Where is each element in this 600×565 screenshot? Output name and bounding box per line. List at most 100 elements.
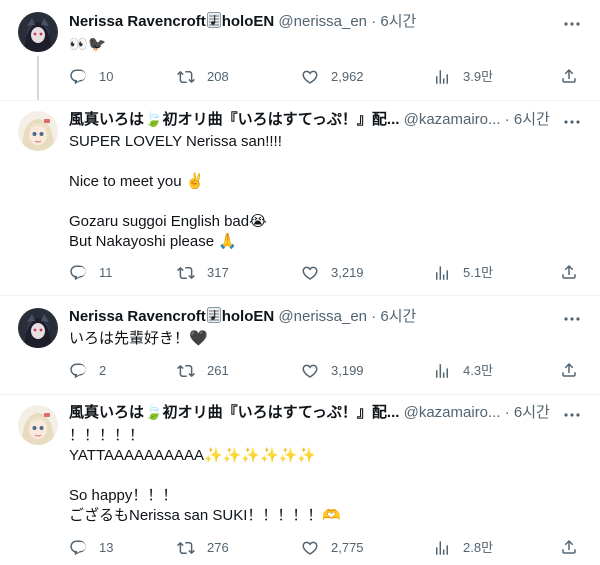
share-icon <box>562 362 576 377</box>
timestamp[interactable]: 6시간 <box>380 308 416 325</box>
separator-dot: · <box>504 404 510 421</box>
views-icon <box>436 70 448 84</box>
music-note-icon <box>206 12 221 28</box>
avatar[interactable] <box>18 308 58 348</box>
tweet[interactable]: 風真いろは🍃初オリ曲『いろはすてっぷ！』配... @kazamairo... ·… <box>0 395 600 565</box>
tweet-header: 風真いろは🍃初オリ曲『いろはすてっぷ！』配... @kazamairo... ·… <box>69 403 569 423</box>
action-bar: 13 276 2,775 2.8만 <box>69 538 589 558</box>
more-icon[interactable] <box>562 309 582 329</box>
share-icon <box>562 539 576 554</box>
display-name[interactable]: 風真いろは🍃初オリ曲『いろはすてっぷ！』配... <box>69 404 399 421</box>
share-button[interactable] <box>560 67 578 85</box>
action-bar: 11 317 3,219 5.1만 <box>69 263 589 283</box>
separator-dot: · <box>504 111 510 128</box>
like-icon <box>302 541 318 555</box>
tweet-text: ！！！！！ YATTAAAAAAAAAA✨✨✨✨✨✨ So happy！！！ ご… <box>69 427 342 524</box>
retweet-button[interactable]: 276 <box>177 538 229 558</box>
share-button[interactable] <box>560 361 578 379</box>
share-icon <box>562 68 576 83</box>
views-count: 2.8만 <box>463 540 494 555</box>
separator-dot: · <box>371 13 377 30</box>
views-button[interactable]: 3.9만 <box>433 67 493 87</box>
tweet-text: 👀🐦‍⬛ <box>69 36 107 53</box>
tweet-header: Nerissa Ravencroft holoEN @nerissa_en · 6… <box>69 307 569 327</box>
thread-line <box>37 56 39 101</box>
avatar-iroha-image <box>18 111 58 151</box>
retweet-button[interactable]: 317 <box>177 263 229 283</box>
like-count: 2,962 <box>331 69 364 84</box>
avatar[interactable] <box>18 111 58 151</box>
retweet-icon <box>177 266 195 280</box>
display-name[interactable]: Nerissa Ravencroft holoEN <box>69 12 274 30</box>
views-button[interactable]: 5.1만 <box>433 263 493 283</box>
like-count: 3,219 <box>331 265 364 280</box>
reply-count: 2 <box>99 363 107 378</box>
reply-button[interactable]: 11 <box>69 263 113 283</box>
tweet-header: 風真いろは🍃初オリ曲『いろはすてっぷ！』配... @kazamairo... ·… <box>69 110 569 130</box>
avatar[interactable] <box>18 405 58 445</box>
reply-icon <box>70 265 86 281</box>
retweet-count: 261 <box>207 363 229 378</box>
like-icon <box>302 364 318 378</box>
action-bar: 10 208 2,962 3.9만 <box>69 67 589 87</box>
retweet-count: 208 <box>207 69 229 84</box>
reply-button[interactable]: 10 <box>69 67 113 87</box>
retweet-button[interactable]: 261 <box>177 361 229 381</box>
retweet-icon <box>177 364 195 378</box>
tweet-text: SUPER LOVELY Nerissa san!!!! Nice to mee… <box>69 133 282 250</box>
reply-icon <box>70 69 86 85</box>
reply-icon <box>70 363 86 379</box>
retweet-count: 317 <box>207 265 229 280</box>
reply-count: 11 <box>99 265 113 280</box>
views-count: 5.1만 <box>463 265 494 280</box>
action-bar: 2 261 3,199 4.3만 <box>69 361 589 381</box>
reply-count: 13 <box>99 540 114 555</box>
views-button[interactable]: 4.3만 <box>433 361 493 381</box>
avatar[interactable] <box>18 12 58 52</box>
like-icon <box>302 266 318 280</box>
tweet-header: Nerissa Ravencroft holoEN @nerissa_en · 6… <box>69 12 569 32</box>
like-button[interactable]: 2,775 <box>301 538 364 558</box>
handle[interactable]: @nerissa_en <box>278 308 367 325</box>
retweet-icon <box>177 70 195 84</box>
display-name[interactable]: Nerissa Ravencroft holoEN <box>69 307 274 325</box>
like-button[interactable]: 3,199 <box>301 361 364 381</box>
tweet[interactable]: Nerissa Ravencroft holoEN @nerissa_en · 6… <box>0 0 600 101</box>
tweet[interactable]: Nerissa Ravencroft holoEN @nerissa_en · 6… <box>0 296 600 394</box>
avatar-nerissa-image <box>18 12 58 52</box>
retweet-button[interactable]: 208 <box>177 67 229 87</box>
share-button[interactable] <box>560 538 578 556</box>
views-button[interactable]: 2.8만 <box>433 538 493 558</box>
reply-count: 10 <box>99 69 114 84</box>
reply-button[interactable]: 13 <box>69 538 113 558</box>
handle[interactable]: @nerissa_en <box>278 13 367 30</box>
timestamp[interactable]: 6시간 <box>514 111 550 128</box>
retweet-count: 276 <box>207 540 229 555</box>
tweet-text: いろは先輩好き！🖤 <box>69 330 208 347</box>
like-count: 2,775 <box>331 540 364 555</box>
more-icon[interactable] <box>562 14 582 34</box>
views-count: 3.9만 <box>463 69 494 84</box>
like-count: 3,199 <box>331 363 364 378</box>
display-name[interactable]: 風真いろは🍃初オリ曲『いろはすてっぷ！』配... <box>69 111 399 128</box>
like-button[interactable]: 2,962 <box>301 67 364 87</box>
share-icon <box>562 264 576 279</box>
handle[interactable]: @kazamairo... <box>404 404 501 421</box>
views-icon <box>436 541 448 555</box>
more-icon[interactable] <box>562 405 582 425</box>
like-icon <box>302 70 318 84</box>
views-icon <box>436 364 448 378</box>
timestamp[interactable]: 6시간 <box>514 404 550 421</box>
tweet[interactable]: 風真いろは🍃初オリ曲『いろはすてっぷ！』配... @kazamairo... ·… <box>0 101 600 295</box>
views-count: 4.3만 <box>463 363 494 378</box>
timestamp[interactable]: 6시간 <box>380 13 416 30</box>
share-button[interactable] <box>560 263 578 281</box>
separator-dot: · <box>371 308 377 325</box>
handle[interactable]: @kazamairo... <box>404 111 501 128</box>
more-icon[interactable] <box>562 112 582 132</box>
like-button[interactable]: 3,219 <box>301 263 364 283</box>
reply-button[interactable]: 2 <box>69 361 106 381</box>
reply-icon <box>70 540 86 556</box>
avatar-nerissa-image <box>18 308 58 348</box>
avatar-iroha-image <box>18 405 58 445</box>
